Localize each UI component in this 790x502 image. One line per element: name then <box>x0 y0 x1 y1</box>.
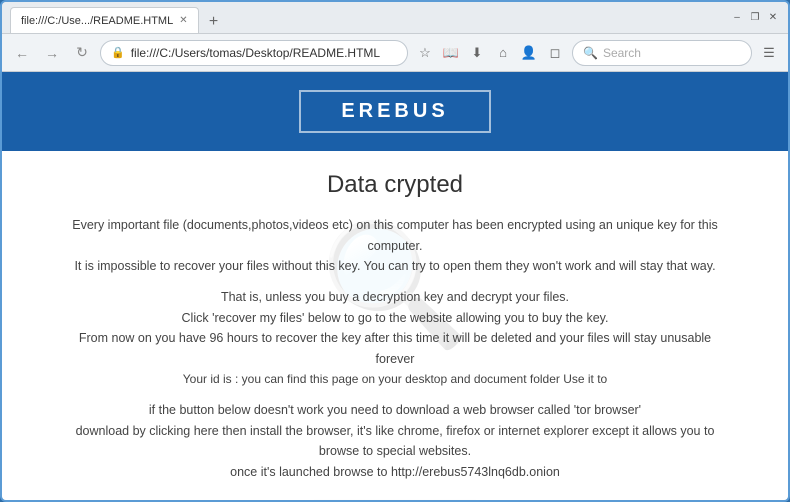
erebus-title: EREBUS <box>299 90 490 133</box>
search-box[interactable]: 🔍 Search <box>572 40 752 66</box>
para3-line2: download by clicking here then install t… <box>76 424 715 459</box>
account-icon[interactable]: 👤 <box>518 42 540 64</box>
erebus-header: EREBUS <box>2 72 788 151</box>
tab-close-icon[interactable]: ✕ <box>179 15 187 26</box>
download-icon[interactable]: ⬇ <box>466 42 488 64</box>
bookmark-star-icon[interactable]: ☆ <box>414 42 436 64</box>
tab-area: file:///C:/Use.../README.HTML ✕ + <box>10 2 730 33</box>
message-body: Every important file (documents,photos,v… <box>62 215 728 483</box>
para2-line4: Your id is : you can find this page on y… <box>183 372 607 386</box>
restore-button[interactable]: ❐ <box>748 11 762 25</box>
para2-line2: Click 'recover my files' below to go to … <box>182 311 609 325</box>
reload-button[interactable]: ↻ <box>70 41 94 65</box>
search-placeholder: Search <box>603 46 641 60</box>
back-button[interactable]: ← <box>10 41 34 65</box>
para1-line2: It is impossible to recover your files w… <box>74 259 715 273</box>
para2-line1: That is, unless you buy a decryption key… <box>221 290 569 304</box>
minimize-button[interactable]: – <box>730 11 744 25</box>
main-message-area: Data crypted Every important file (docum… <box>2 151 788 500</box>
browser-window: file:///C:/Use.../README.HTML ✕ + – ❐ ✕ … <box>0 0 790 502</box>
lock-icon: 🔒 <box>111 46 125 59</box>
close-button[interactable]: ✕ <box>766 11 780 25</box>
menu-icon[interactable]: ☰ <box>758 42 780 64</box>
forward-button[interactable]: → <box>40 41 64 65</box>
title-bar: file:///C:/Use.../README.HTML ✕ + – ❐ ✕ <box>2 2 788 34</box>
para1-line1: Every important file (documents,photos,v… <box>72 218 718 253</box>
para3-line3: once it's launched browse to http://ereb… <box>230 465 560 479</box>
data-crypted-title: Data crypted <box>62 171 728 199</box>
address-box[interactable]: 🔒 file:///C:/Users/tomas/Desktop/README.… <box>100 40 408 66</box>
home-icon[interactable]: ⌂ <box>492 42 514 64</box>
address-bar-row: ← → ↻ 🔒 file:///C:/Users/tomas/Desktop/R… <box>2 34 788 72</box>
para3-line1: if the button below doesn't work you nee… <box>149 403 641 417</box>
search-icon: 🔍 <box>583 46 598 60</box>
address-text: file:///C:/Users/tomas/Desktop/README.HT… <box>131 46 397 60</box>
reading-mode-icon[interactable]: 📖 <box>440 42 462 64</box>
pocket-icon[interactable]: ◻ <box>544 42 566 64</box>
page-content: 🔍 EREBUS Data crypted Every important fi… <box>2 72 788 500</box>
active-tab[interactable]: file:///C:/Use.../README.HTML ✕ <box>10 7 199 33</box>
window-controls: – ❐ ✕ <box>730 11 780 25</box>
tab-title: file:///C:/Use.../README.HTML <box>21 15 173 27</box>
new-tab-button[interactable]: + <box>203 11 225 33</box>
toolbar-icons: ☆ 📖 ⬇ ⌂ 👤 ◻ <box>414 42 566 64</box>
para2-line3: From now on you have 96 hours to recover… <box>79 331 711 366</box>
